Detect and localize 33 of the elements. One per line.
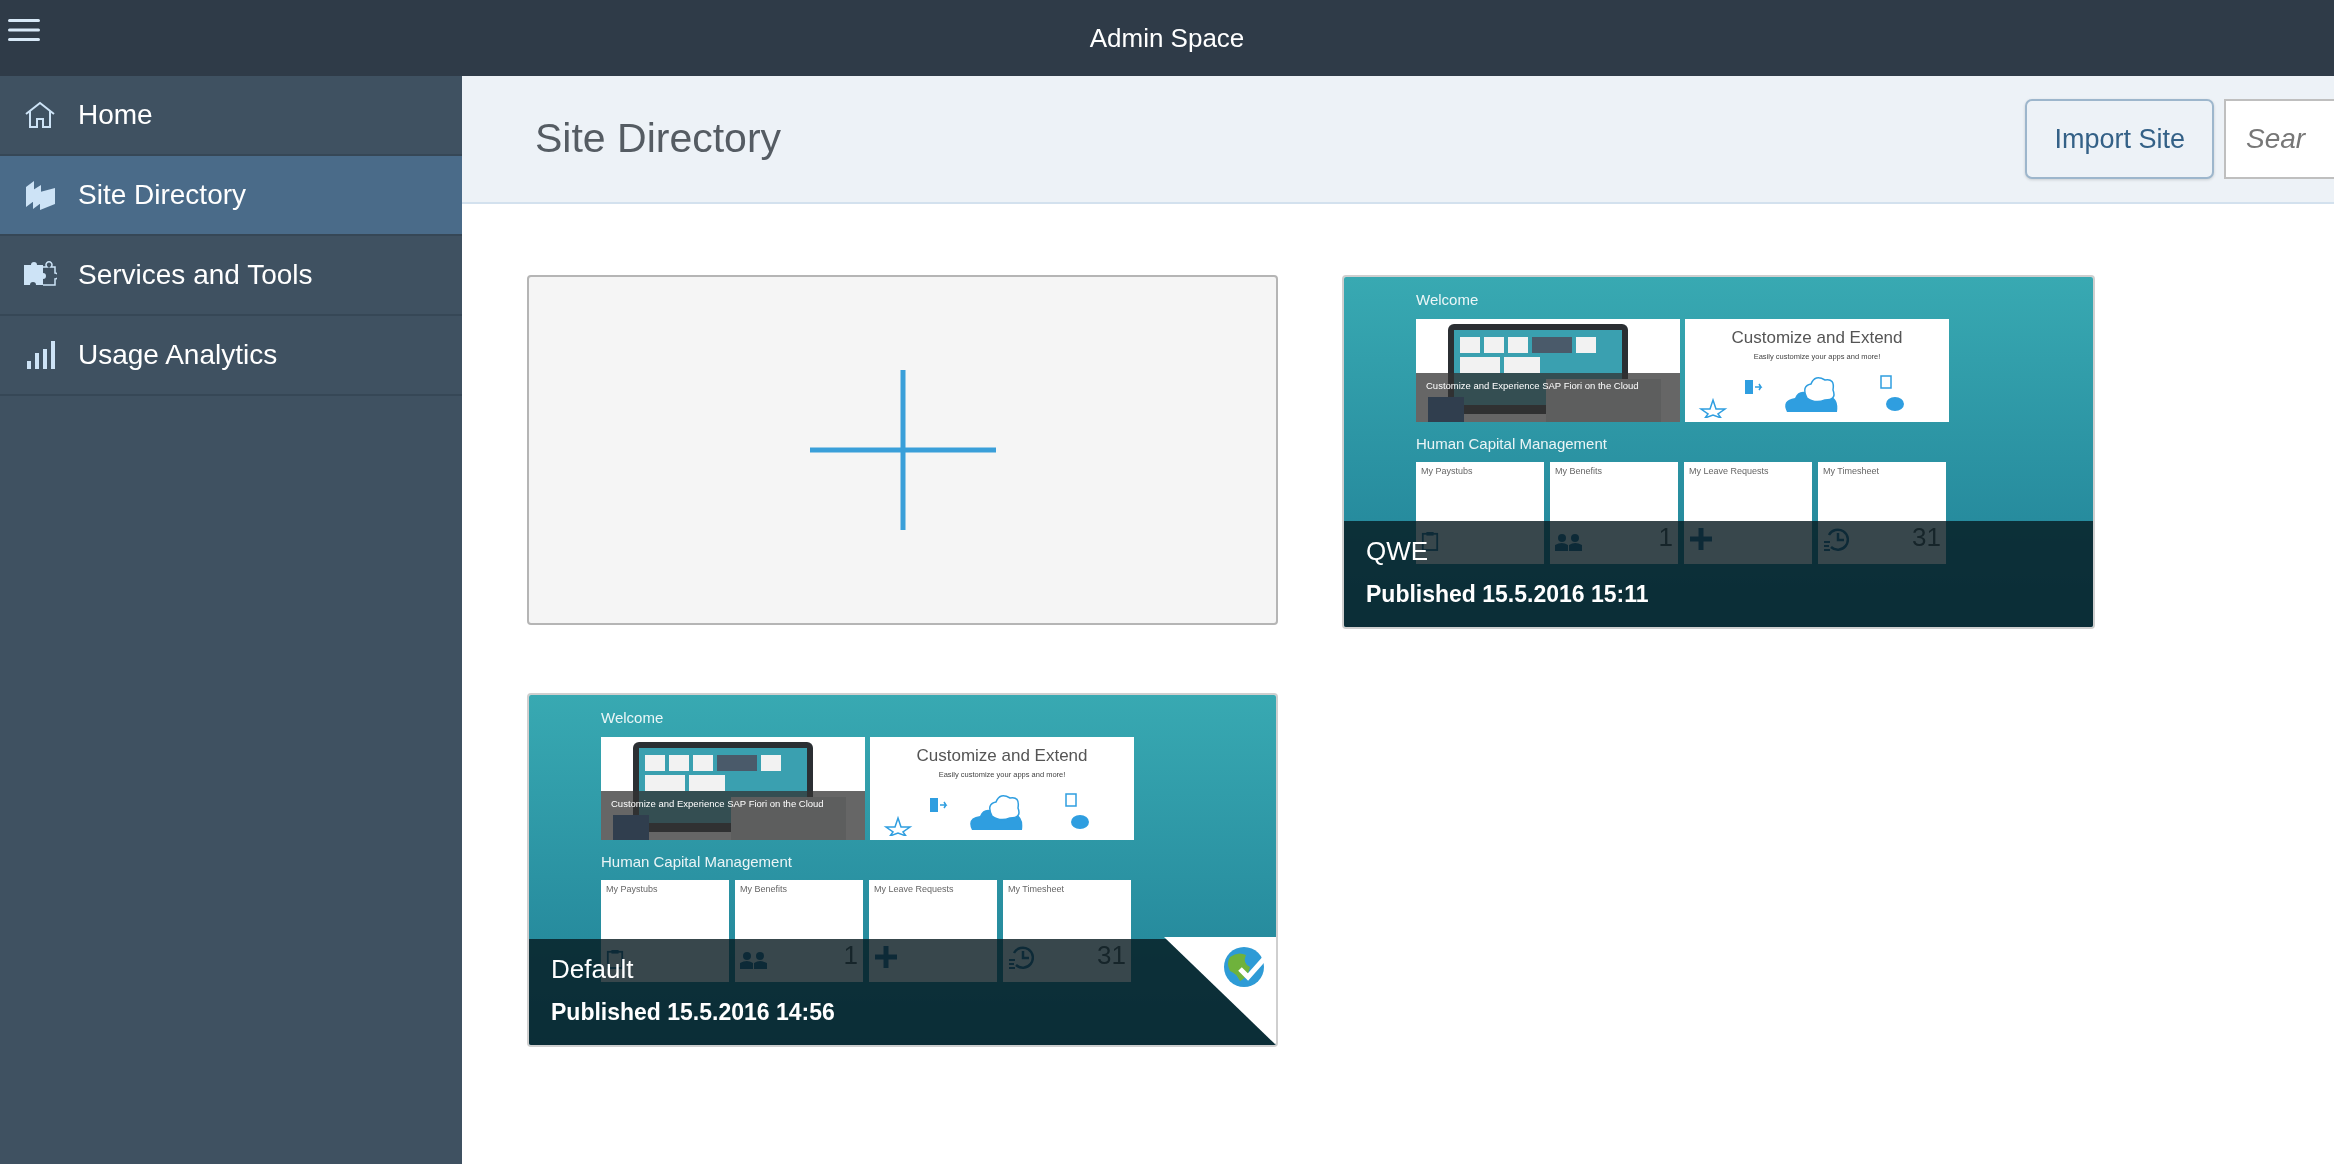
site-name: QWE [1366,535,1429,567]
tile-title: My Leave Requests [874,884,955,895]
app-title: Admin Space [1089,21,1245,55]
tile-title: My Paystubs [1421,466,1474,477]
preview-heading: Welcome [601,708,665,728]
bar-chart-icon [25,341,55,369]
home-icon [24,101,56,129]
page-title: Site Directory [535,114,783,164]
promo-title: Customize and Extend [916,746,1088,766]
search-field[interactable]: Sear [2224,99,2334,179]
tile-title: My Benefits [1555,466,1604,477]
feature-caption: Customize and Experience SAP Fiori on the Cloud [601,791,865,840]
publish-date: Published 15.5.2016 15:11 [1366,580,1649,609]
sidebar-item[interactable]: Site Directory [0,156,462,236]
tile-title: My Benefits [740,884,789,895]
tile-title: My Paystubs [606,884,659,895]
site-card[interactable] [527,693,1278,1047]
stacked-pages-icon [24,179,56,211]
globe-check-icon [1224,947,1266,987]
feature-caption: Customize and Experience SAP Fiori on the Cloud [1416,373,1680,422]
tile-title: My Timesheet [1823,466,1881,477]
import-site-button[interactable]: Import Site [2025,99,2214,179]
plus-icon [809,370,996,530]
site-card[interactable] [1342,275,2095,629]
promo-title: Customize and Extend [1731,328,1903,348]
preview-heading: Welcome [1416,290,1480,310]
preview-section-heading: Human Capital Management [1416,434,1608,454]
menu-icon[interactable] [8,18,40,42]
tile-title: My Leave Requests [1689,466,1770,477]
tile-title: My Timesheet [1008,884,1066,895]
site-name: Default [551,953,634,985]
preview-section-heading: Human Capital Management [601,852,793,872]
publish-date: Published 15.5.2016 14:56 [551,998,835,1027]
